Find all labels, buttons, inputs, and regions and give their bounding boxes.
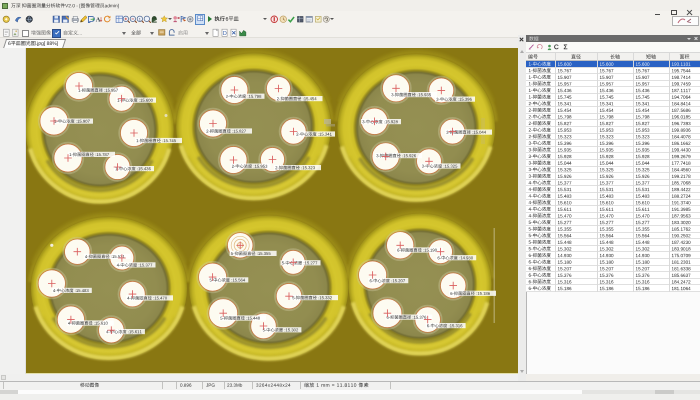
svg-text:1: 1 xyxy=(138,16,140,21)
svg-text:D: D xyxy=(223,31,227,37)
svg-text:A: A xyxy=(95,16,100,23)
